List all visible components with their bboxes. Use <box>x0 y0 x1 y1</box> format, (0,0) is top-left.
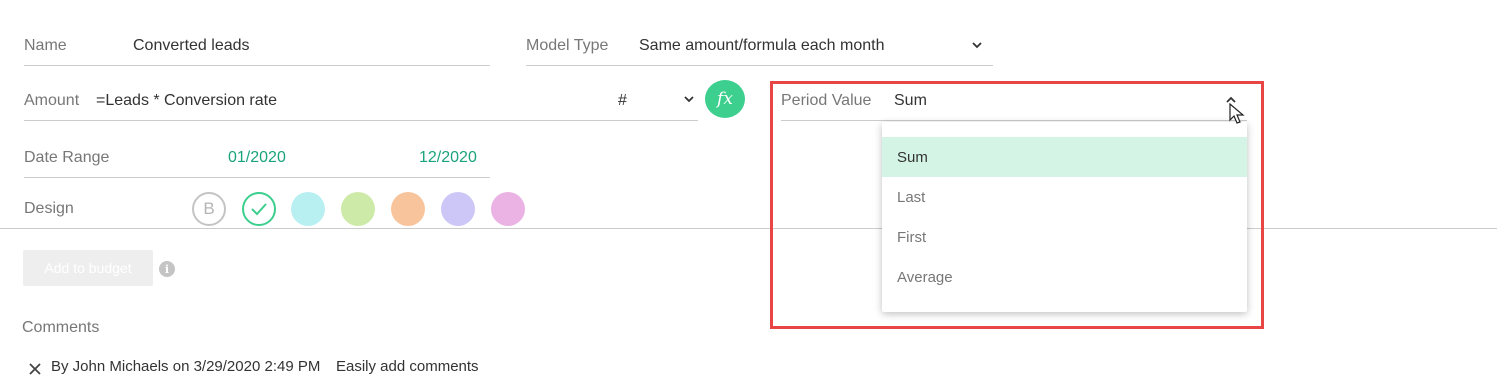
design-color-swatch[interactable] <box>291 192 325 226</box>
formula-fx-button[interactable]: fx <box>705 80 745 118</box>
name-input[interactable]: Converted leads <box>133 37 250 55</box>
model-type-underline <box>526 65 993 66</box>
fx-icon: fx <box>717 89 733 109</box>
amount-label: Amount <box>24 92 80 109</box>
check-icon <box>251 203 267 216</box>
model-type-select[interactable]: Same amount/formula each month <box>639 37 884 55</box>
date-start-input[interactable]: 01/2020 <box>228 149 286 167</box>
date-range-underline <box>24 177 490 178</box>
date-end-input[interactable]: 12/2020 <box>419 149 477 167</box>
unit-chevron-down-icon[interactable] <box>683 94 695 104</box>
name-label: Name <box>24 37 67 54</box>
model-type-label: Model Type <box>526 37 609 54</box>
design-color-swatch[interactable] <box>491 192 525 226</box>
design-selected-swatch[interactable] <box>242 192 276 226</box>
model-type-chevron-down-icon[interactable] <box>971 40 983 50</box>
period-value-option[interactable]: First <box>882 217 1247 257</box>
period-value-option[interactable]: Last <box>882 177 1247 217</box>
bold-b-icon: B <box>203 199 215 218</box>
period-value-select[interactable]: Sum <box>894 92 927 110</box>
delete-comment-close-icon[interactable] <box>27 361 43 377</box>
comments-label: Comments <box>22 319 100 336</box>
design-label: Design <box>24 200 74 217</box>
period-value-label: Period Value <box>781 92 872 109</box>
comment-text: Easily add comments <box>336 358 479 375</box>
design-color-swatch[interactable] <box>341 192 375 226</box>
design-color-swatch[interactable] <box>391 192 425 226</box>
section-divider <box>0 228 1497 229</box>
unit-select[interactable]: # <box>618 92 627 110</box>
period-value-dropdown-menu: Sum Last First Average <box>882 122 1247 312</box>
period-value-option[interactable]: Average <box>882 257 1247 297</box>
design-bold-swatch[interactable]: B <box>192 192 226 226</box>
mouse-cursor-icon <box>1229 103 1245 124</box>
period-value-underline <box>781 120 1247 121</box>
add-to-budget-button[interactable]: Add to budget <box>23 250 153 286</box>
design-color-swatch[interactable] <box>441 192 475 226</box>
info-icon[interactable]: i <box>159 261 175 277</box>
name-underline <box>24 65 490 66</box>
amount-underline <box>24 120 698 121</box>
amount-formula-input[interactable]: =Leads * Conversion rate <box>96 92 277 110</box>
period-value-option[interactable]: Sum <box>882 137 1247 177</box>
comment-meta: By John Michaels on 3/29/2020 2:49 PM <box>51 358 321 375</box>
date-range-label: Date Range <box>24 149 110 166</box>
